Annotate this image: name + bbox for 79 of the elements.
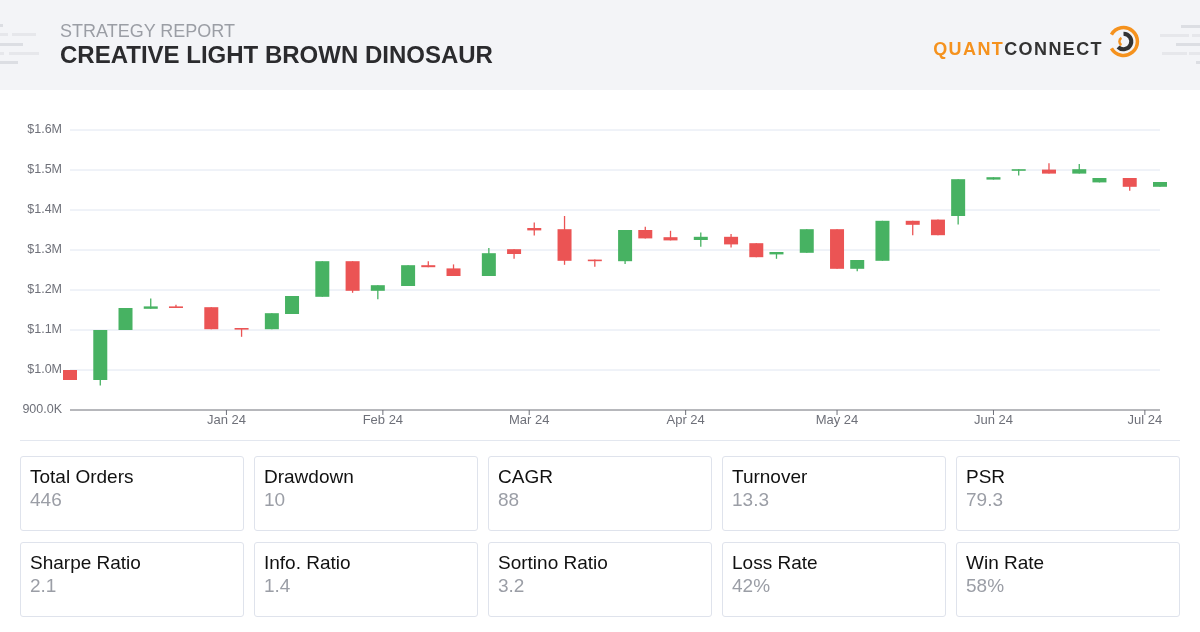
stat-label: Sharpe Ratio bbox=[30, 551, 141, 574]
candle bbox=[951, 178, 966, 226]
candle bbox=[421, 260, 436, 268]
candle bbox=[143, 297, 158, 310]
stat-value: 13.3 bbox=[732, 488, 769, 511]
stat-label: Win Rate bbox=[966, 551, 1045, 574]
candle bbox=[850, 259, 865, 272]
y-axis-label: $1.2M bbox=[27, 282, 62, 297]
x-axis-label: Mar 24 bbox=[509, 412, 550, 428]
stat-value: 3.2 bbox=[498, 574, 525, 597]
y-axis-label: $1.3M bbox=[27, 242, 62, 257]
candle bbox=[204, 306, 219, 330]
candle bbox=[769, 251, 784, 260]
candle bbox=[1072, 163, 1087, 175]
stat-label: CAGR bbox=[498, 465, 553, 488]
candle bbox=[986, 176, 1001, 181]
candle bbox=[118, 307, 133, 331]
candle bbox=[799, 228, 814, 254]
y-axis-label: $1.6M bbox=[27, 122, 62, 137]
stat-label: Total Orders bbox=[30, 465, 134, 488]
candle bbox=[401, 264, 416, 287]
candle bbox=[724, 233, 739, 249]
candle bbox=[370, 284, 385, 300]
candle bbox=[481, 247, 496, 277]
stat-value: 2.1 bbox=[30, 574, 57, 597]
x-axis-label: Apr 24 bbox=[666, 412, 705, 428]
stat-label: Turnover bbox=[732, 465, 808, 488]
candle bbox=[446, 263, 461, 277]
candle bbox=[663, 230, 678, 242]
candle bbox=[1042, 162, 1056, 175]
candle bbox=[557, 215, 572, 266]
candle bbox=[930, 218, 945, 236]
ring-logo-icon bbox=[1107, 24, 1140, 58]
candle bbox=[93, 329, 108, 387]
report-title: CREATIVE LIGHT BROWN DINOSAUR bbox=[60, 41, 493, 69]
candle bbox=[315, 260, 330, 298]
stat-value: 79.3 bbox=[966, 488, 1003, 511]
x-axis-label: Jun 24 bbox=[973, 412, 1013, 428]
stat-value: 10 bbox=[264, 488, 286, 511]
x-axis-label: Feb 24 bbox=[362, 412, 404, 428]
candle bbox=[527, 221, 542, 237]
y-axis-label: $1.0M bbox=[27, 362, 62, 377]
logo-text: QUANTCONNECT bbox=[933, 40, 1103, 57]
candle bbox=[749, 242, 764, 258]
stat-value: 88 bbox=[498, 488, 520, 511]
x-axis-label: Jan 24 bbox=[206, 412, 246, 428]
y-axis-label: $1.1M bbox=[27, 322, 62, 337]
stat-value: 1.4 bbox=[264, 574, 291, 597]
candle bbox=[507, 248, 522, 260]
candle bbox=[693, 231, 708, 248]
candle bbox=[638, 226, 653, 240]
stat-label: Loss Rate bbox=[732, 551, 818, 574]
candle bbox=[830, 228, 845, 270]
candle bbox=[264, 312, 279, 330]
candle bbox=[1153, 181, 1167, 188]
stat-value: 58% bbox=[966, 574, 1005, 597]
candle bbox=[234, 327, 249, 338]
y-axis-label: $1.4M bbox=[27, 202, 62, 217]
x-axis-label: May 24 bbox=[815, 412, 859, 428]
candle bbox=[587, 258, 602, 268]
candle bbox=[905, 220, 920, 236]
candle bbox=[875, 220, 890, 262]
stat-label: Info. Ratio bbox=[264, 551, 351, 574]
candle bbox=[345, 260, 360, 294]
candle bbox=[618, 229, 633, 265]
stat-label: Sortino Ratio bbox=[498, 551, 608, 574]
candle bbox=[63, 369, 77, 381]
candle bbox=[1122, 177, 1137, 192]
stat-label: PSR bbox=[966, 465, 1006, 488]
stat-label: Drawdown bbox=[264, 465, 354, 488]
y-axis-label: $1.5M bbox=[27, 162, 62, 177]
candle bbox=[1011, 168, 1026, 177]
stat-value: 446 bbox=[30, 488, 62, 511]
candle bbox=[285, 295, 300, 315]
x-axis-label: Jul 24 bbox=[1127, 412, 1163, 428]
candle bbox=[1092, 177, 1107, 184]
report-subtitle: STRATEGY REPORT bbox=[60, 21, 236, 41]
y-axis-label: 900.0K bbox=[22, 402, 62, 417]
stat-value: 42% bbox=[732, 574, 771, 597]
